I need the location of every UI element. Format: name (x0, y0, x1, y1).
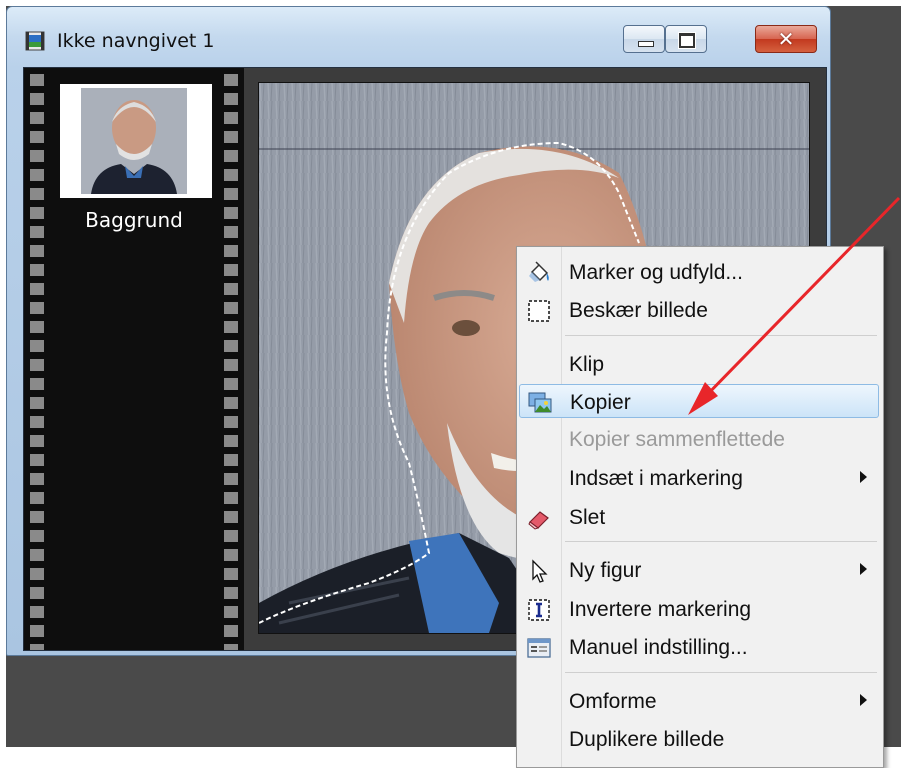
menu-item-label: Manuel indstilling... (569, 636, 748, 659)
menu-separator (565, 672, 877, 673)
minimize-icon (638, 41, 654, 47)
menu-item-label: Indsæt i markering (569, 467, 743, 490)
menu-item-manuel-indstilling[interactable]: Manuel indstilling... (519, 630, 879, 664)
menu-item-label: Slet (569, 506, 606, 529)
menu-item-label: Klip (569, 353, 605, 376)
invert-selection-icon (528, 599, 550, 621)
layer-thumbnail-image (81, 88, 187, 194)
context-menu: Marker og udfyld... Beskær billede Klip … (516, 246, 884, 768)
menu-item-beskaer-billede[interactable]: Beskær billede (519, 293, 879, 327)
title-bar[interactable]: Ikke navngivet 1 ✕ (7, 7, 830, 63)
eraser-icon (528, 511, 549, 530)
menu-item-kopier[interactable]: Kopier (519, 384, 879, 418)
menu-item-label: Kopier sammenflettede (569, 428, 785, 451)
menu-item-label: Duplikere billede (569, 728, 725, 751)
layer-name-label: Baggrund (85, 208, 183, 232)
menu-separator (565, 541, 877, 542)
app-icon (25, 31, 45, 51)
menu-item-slet[interactable]: Slet (519, 500, 879, 534)
layer-thumbnail[interactable] (60, 84, 212, 198)
menu-item-indsaet-i-markering[interactable]: Indsæt i markering (519, 461, 879, 495)
layer-filmstrip: Baggrund (24, 68, 244, 650)
menu-item-kopier-sammenflettede[interactable]: Kopier sammenflettede (519, 422, 879, 456)
minimize-button[interactable] (623, 25, 665, 53)
menu-item-label: Invertere markering (569, 598, 752, 621)
maximize-button[interactable] (665, 25, 707, 53)
paint-bucket-icon (529, 261, 549, 282)
menu-item-omforme[interactable]: Omforme (519, 684, 879, 718)
menu-item-invertere-markering[interactable]: Invertere markering (519, 592, 879, 626)
filmstrip-sprockets-right (224, 74, 238, 650)
menu-item-label: Kopier (570, 391, 631, 414)
menu-item-duplikere-billede[interactable]: Duplikere billede (519, 722, 879, 756)
menu-item-label: Ny figur (569, 559, 642, 582)
submenu-arrow-icon (860, 471, 867, 483)
manual-settings-icon (527, 638, 551, 658)
close-icon: ✕ (777, 27, 795, 51)
menu-item-marker-og-udfyld[interactable]: Marker og udfyld... (519, 255, 879, 289)
crop-icon (528, 300, 550, 322)
menu-item-label: Marker og udfyld... (569, 261, 743, 284)
menu-separator (565, 335, 877, 336)
close-button[interactable]: ✕ (755, 25, 817, 53)
window-title: Ikke navngivet 1 (57, 30, 215, 52)
menu-item-label: Beskær billede (569, 299, 708, 322)
menu-item-label: Omforme (569, 690, 657, 713)
cursor-icon (532, 559, 548, 583)
menu-item-klip[interactable]: Klip (519, 347, 879, 381)
submenu-arrow-icon (860, 694, 867, 706)
menu-item-ny-figur[interactable]: Ny figur (519, 553, 879, 587)
maximize-icon (679, 33, 695, 48)
filmstrip-sprockets-left (30, 74, 44, 650)
copy-image-icon (528, 392, 552, 413)
submenu-arrow-icon (860, 563, 867, 575)
